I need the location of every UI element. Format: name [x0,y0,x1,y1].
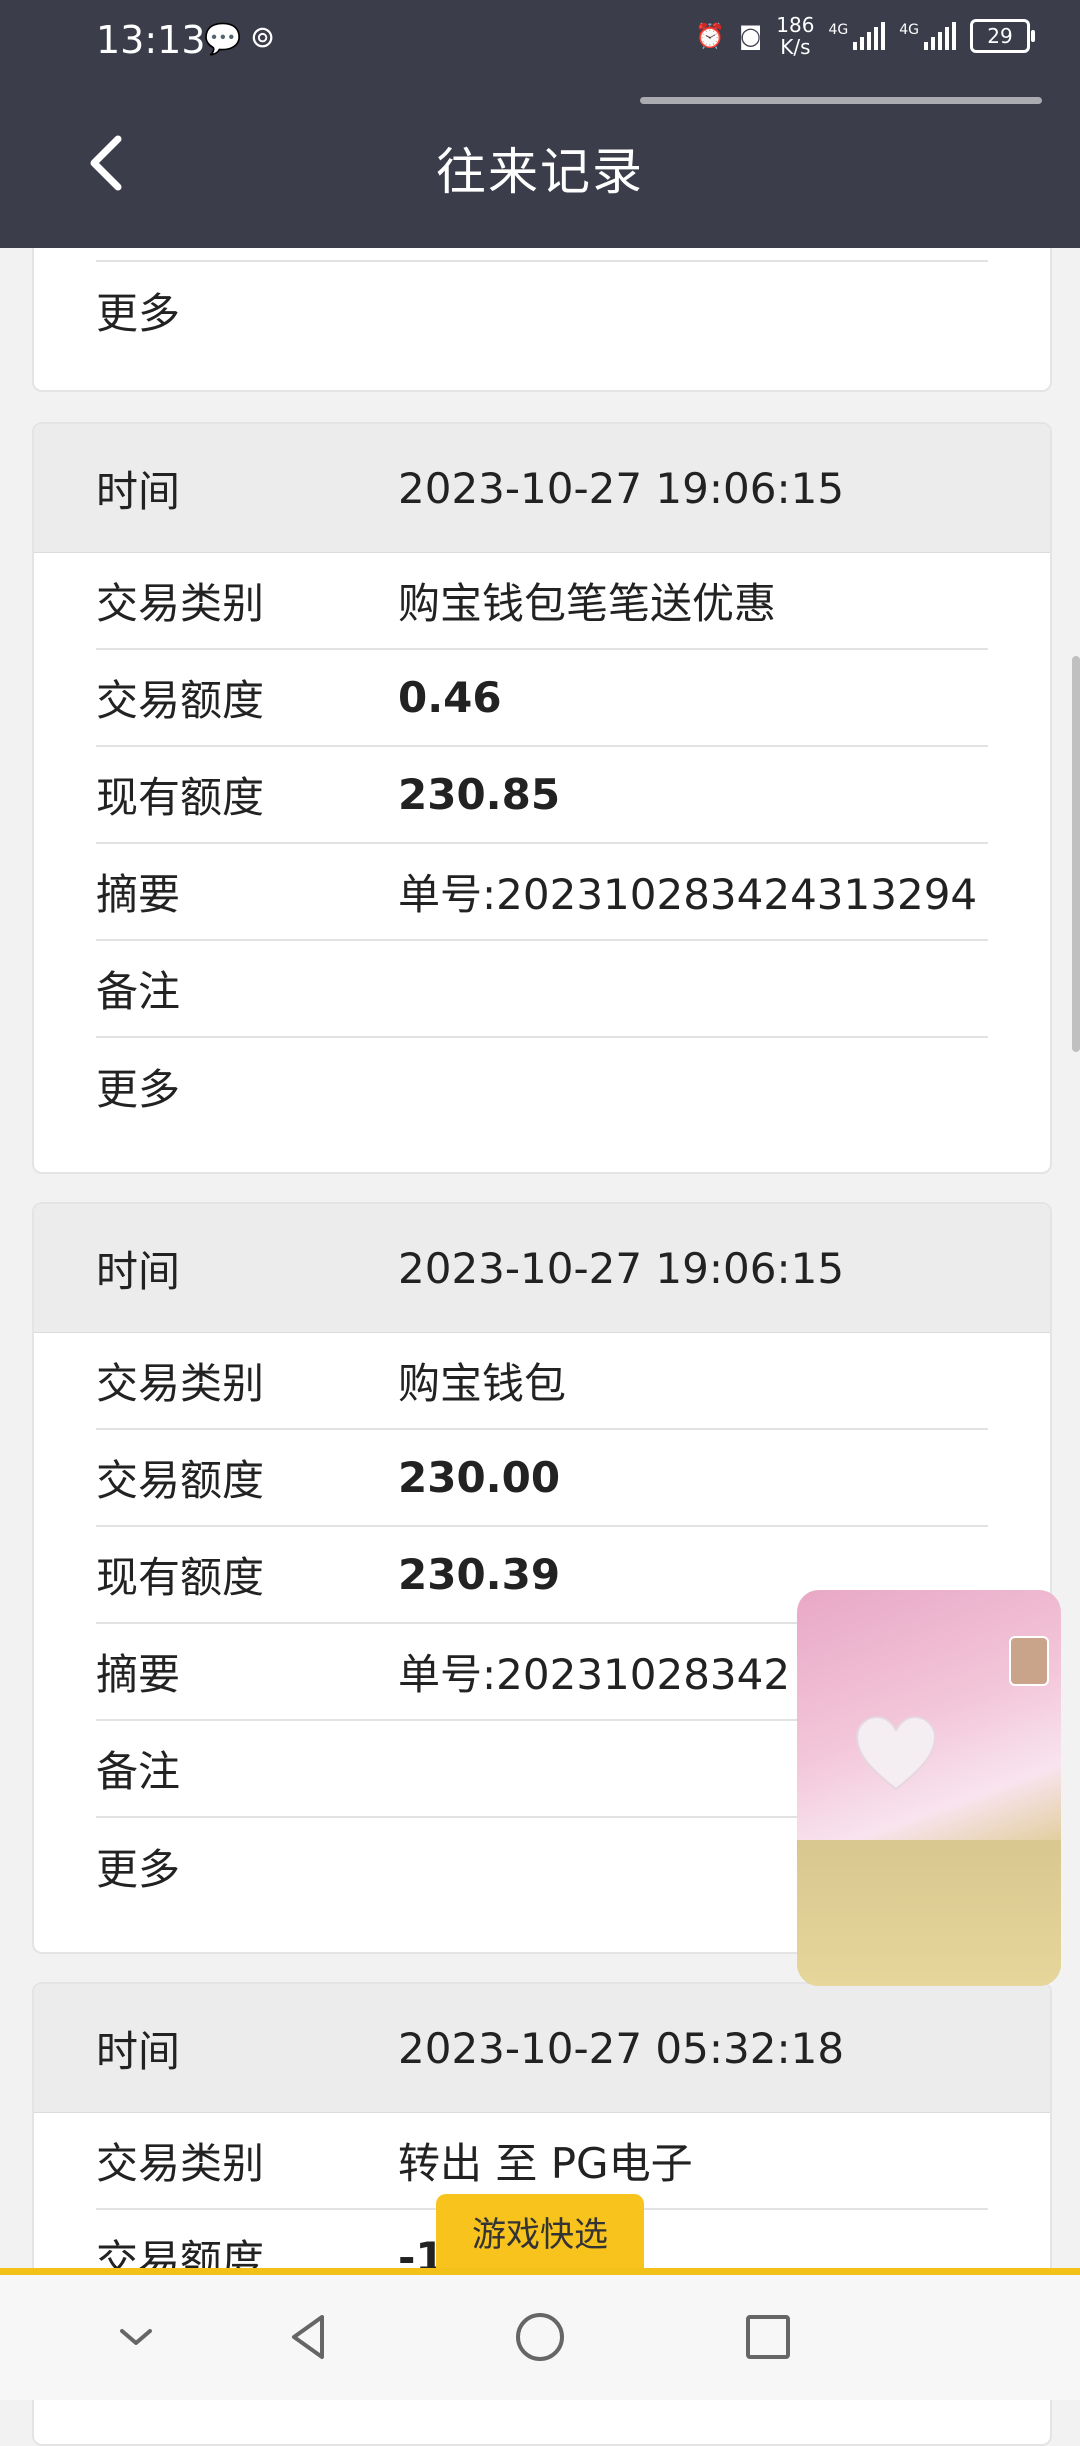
signal-1-icon: 4G [828,22,886,50]
drag-indicator [640,97,1042,104]
scrollbar[interactable] [1072,656,1080,1052]
page-title: 往来记录 [436,143,644,201]
video-content [797,1840,1061,1986]
type-value: 转出 至 PG电子 [398,2139,693,2188]
record-time-row: 时间 2023-10-27 05:32:18 [34,1984,1050,2113]
nav-home-button[interactable] [510,2307,570,2367]
triangle-back-icon [292,2315,324,2359]
remark-label: 备注 [96,967,181,1016]
record-card: 时间 2023-10-27 19:06:15 交易类别 购宝钱包笔笔送优惠 交易… [32,422,1052,1174]
tab-accent-line [0,2268,1080,2275]
cast-icon: ⊚ [250,20,276,55]
record-time-row: 时间 2023-10-27 19:06:15 [34,424,1050,553]
floating-video-window[interactable] [797,1590,1061,1986]
summary-row: 摘要 单号:202310283424313294 [96,844,988,941]
balance-value: 230.39 [398,1550,561,1599]
system-nav-bar [0,2275,1080,2400]
remark-label: 备注 [96,1747,181,1796]
nav-hide-button[interactable] [106,2307,166,2367]
summary-value: 单号:202310283424313294 [398,870,978,919]
nav-recent-button[interactable] [738,2307,798,2367]
balance-label: 现有额度 [96,773,265,822]
summary-label: 摘要 [96,1650,181,1699]
time-value: 2023-10-27 19:06:15 [398,1243,845,1293]
chevron-down-icon [120,2329,152,2345]
amount-label: 交易额度 [96,1456,265,1505]
more-label[interactable]: 更多 [96,1836,398,1897]
net-speed: 186 K/s [776,13,815,59]
amount-row: 交易额度 0.46 [96,650,988,747]
camera-icon: ◙ [738,22,763,50]
app-header: 13:13 💬 ⊚ ⏰ ◙ 186 K/s 4G 4G 29 往来记录 [0,0,1080,248]
alarm-icon: ⏰ [695,22,725,50]
balance-row: 现有额度 230.85 [96,747,988,844]
circle-home-icon [516,2313,564,2361]
time-value: 2023-10-27 19:06:15 [398,463,845,513]
more-row[interactable]: 更多 [96,1038,988,1135]
amount-value: 230.00 [398,1453,561,1502]
battery-icon: 29 [970,19,1035,53]
amount-label: 交易额度 [96,676,265,725]
more-label[interactable]: 更多 [96,1056,398,1117]
status-time: 13:13 [96,18,206,62]
type-row: 交易类别 购宝钱包 [96,1333,988,1430]
time-label: 时间 [96,2026,181,2076]
type-value: 购宝钱包笔笔送优惠 [398,579,777,628]
summary-value: 单号:20231028342 [398,1650,791,1699]
record-time-row: 时间 2023-10-27 19:06:15 [34,1204,1050,1333]
heart-icon [855,1715,937,1791]
type-label: 交易类别 [96,579,265,628]
time-value: 2023-10-27 05:32:18 [398,2023,845,2073]
type-label: 交易类别 [96,1359,265,1408]
wechat-icon: 💬 [204,22,242,57]
type-value: 购宝钱包 [398,1359,567,1408]
type-label: 交易类别 [96,2139,265,2188]
time-label: 时间 [96,1246,181,1296]
time-label: 时间 [96,466,181,516]
more-row[interactable]: 更多 [96,262,988,359]
summary-label: 摘要 [96,870,181,919]
status-indicators: ⏰ ◙ 186 K/s 4G 4G 29 [695,13,1035,59]
self-view-thumbnail[interactable] [1009,1636,1049,1686]
square-recent-icon [746,2315,790,2359]
game-quick-select-button[interactable]: 游戏快选 [436,2194,644,2268]
nav-back-button[interactable] [280,2307,340,2367]
signal-2-icon: 4G [899,22,956,50]
remark-row: 备注 [96,941,988,1038]
balance-value: 230.85 [398,770,561,819]
type-row: 交易类别 购宝钱包笔笔送优惠 [96,553,988,650]
amount-row: 交易额度 230.00 [96,1430,988,1527]
balance-label: 现有额度 [96,1553,265,1602]
more-label[interactable]: 更多 [96,280,398,341]
amount-value: 0.46 [398,673,502,722]
